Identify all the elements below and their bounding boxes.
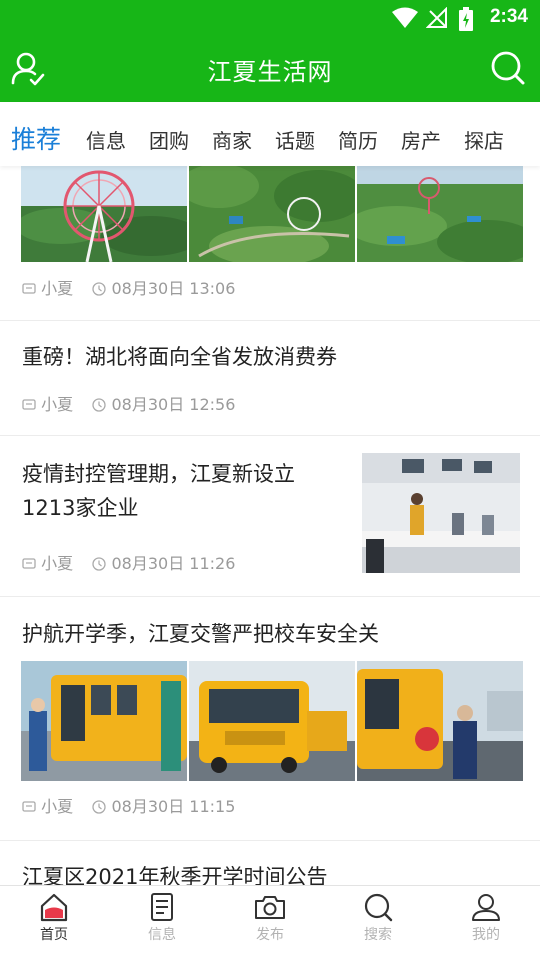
news-title-line: 1213家企业 xyxy=(22,496,139,520)
park-landscape-photo xyxy=(357,166,523,262)
news-item[interactable]: 疫情封控管理期，江夏新设立 1213家企业 小夏 08月30日 11:26 xyxy=(0,435,540,597)
camera-icon xyxy=(255,896,285,919)
news-author: 小夏 xyxy=(41,554,74,573)
news-author: 小夏 xyxy=(41,279,74,298)
document-icon xyxy=(151,893,173,921)
tab-recommend[interactable]: 推荐 xyxy=(11,120,61,156)
news-title: 护航开学季，江夏交警严把校车安全关 xyxy=(22,622,379,646)
search-icon[interactable] xyxy=(490,50,526,86)
traffic-police-bus-photo xyxy=(357,661,523,781)
nav-search-label: 搜索 xyxy=(364,927,392,943)
comment-icon xyxy=(22,283,36,294)
nav-profile-label: 我的 xyxy=(472,927,500,943)
school-bus-inspection-photo xyxy=(21,661,187,781)
comment-icon xyxy=(22,801,36,812)
comment-icon xyxy=(22,399,36,410)
signal-icon xyxy=(426,7,447,28)
image-row xyxy=(21,166,523,262)
category-tabs: 推荐 信息 团购 商家 话题 简历 房产 探店 xyxy=(0,102,540,166)
clock-icon xyxy=(92,557,107,571)
nav-info-label: 信息 xyxy=(148,927,176,943)
search-icon xyxy=(364,893,393,922)
news-item[interactable]: 江夏区2021年秋季开学时间公告 xyxy=(0,840,540,885)
news-title: 疫情封控管理期，江夏新设立 1213家企业 xyxy=(22,457,342,525)
comment-icon xyxy=(22,558,36,569)
tab-realestate[interactable]: 房产 xyxy=(401,125,441,154)
news-meta: 小夏 08月30日 11:26 xyxy=(22,550,239,574)
status-bar: 2:34 xyxy=(0,0,540,36)
ferris-wheel-photo xyxy=(21,166,187,262)
news-title-line: 疫情封控管理期，江夏新设立 xyxy=(22,462,295,486)
nav-search[interactable]: 搜索 xyxy=(324,892,432,944)
clock-icon xyxy=(92,800,107,814)
tab-explore-shops[interactable]: 探店 xyxy=(464,125,504,154)
nav-publish[interactable]: 发布 xyxy=(216,892,324,944)
school-bus-front-photo xyxy=(189,661,355,781)
bottom-nav: 首页 信息 发布 搜索 我的 xyxy=(0,885,540,961)
tab-info[interactable]: 信息 xyxy=(86,125,126,154)
clock-icon xyxy=(92,282,107,296)
news-time: 08月30日 13:06 xyxy=(111,279,236,298)
clock-time: 2:34 xyxy=(489,6,528,27)
tab-resume[interactable]: 简历 xyxy=(338,125,378,154)
tab-merchants[interactable]: 商家 xyxy=(212,125,252,154)
wifi-icon xyxy=(392,7,418,28)
home-icon xyxy=(40,893,68,922)
news-author: 小夏 xyxy=(41,395,74,414)
news-item[interactable]: 重磅！湖北将面向全省发放消费券 小夏 08月30日 12:56 xyxy=(0,320,540,436)
news-item[interactable]: 护航开学季，江夏交警严把校车安全关 小夏 08月30日 11:15 xyxy=(0,596,540,841)
image-row xyxy=(21,661,523,781)
battery-icon xyxy=(459,7,473,31)
page-title: 江夏生活网 xyxy=(207,58,333,86)
park-aerial-photo xyxy=(189,166,355,262)
news-title: 重磅！湖北将面向全省发放消费券 xyxy=(22,345,337,369)
news-feed: 小夏 08月30日 13:06 重磅！湖北将面向全省发放消费券 小夏 08月30… xyxy=(0,166,540,885)
tab-topics[interactable]: 话题 xyxy=(275,125,315,154)
nav-home[interactable]: 首页 xyxy=(0,892,108,944)
news-time: 08月30日 12:56 xyxy=(111,395,236,414)
service-hall-photo xyxy=(362,453,520,573)
news-meta: 小夏 08月30日 12:56 xyxy=(22,391,239,415)
nav-publish-label: 发布 xyxy=(256,927,284,943)
nav-home-label: 首页 xyxy=(40,927,68,943)
news-item[interactable]: 小夏 08月30日 13:06 xyxy=(0,166,540,321)
nav-profile[interactable]: 我的 xyxy=(432,892,540,944)
news-meta: 小夏 08月30日 11:15 xyxy=(22,793,239,817)
clock-icon xyxy=(92,398,107,412)
news-time: 08月30日 11:26 xyxy=(111,554,236,573)
news-meta: 小夏 08月30日 13:06 xyxy=(22,275,239,299)
news-author: 小夏 xyxy=(41,797,74,816)
app-bar: 江夏生活网 xyxy=(0,36,540,102)
news-time: 08月30日 11:15 xyxy=(111,797,236,816)
tab-groupbuy[interactable]: 团购 xyxy=(149,125,189,154)
user-icon xyxy=(472,894,500,921)
news-title: 江夏区2021年秋季开学时间公告 xyxy=(22,865,328,885)
nav-info[interactable]: 信息 xyxy=(108,892,216,944)
